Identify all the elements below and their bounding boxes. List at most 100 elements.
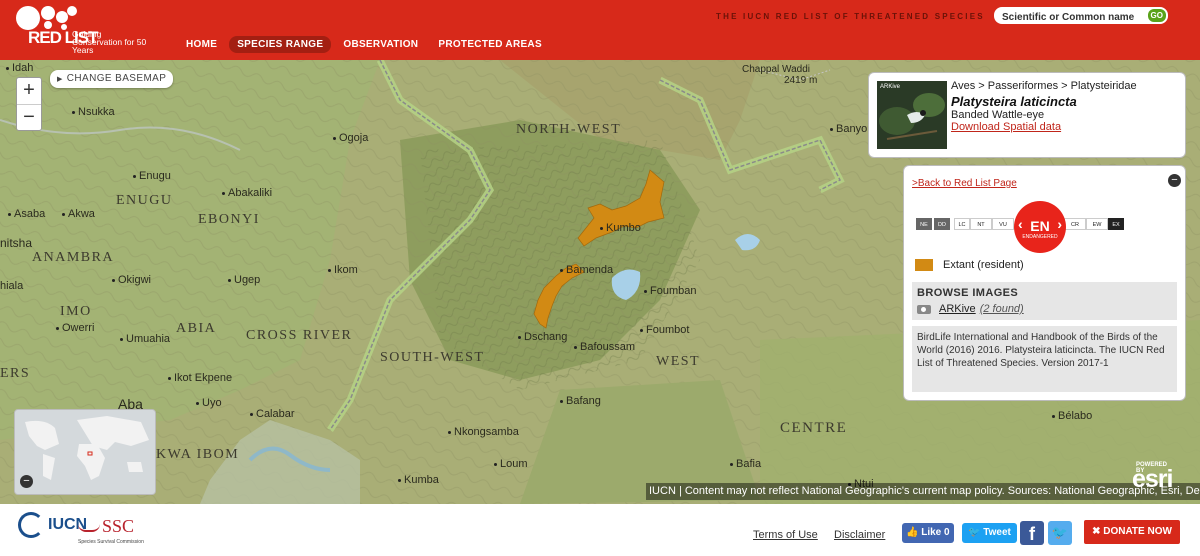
city-label: Abakaliki xyxy=(222,187,272,199)
zoom-in-button[interactable]: + xyxy=(17,78,41,104)
iucn-ring-icon xyxy=(18,512,44,538)
peak-elevation: 2419 m xyxy=(784,75,818,86)
arkive-link-label[interactable]: ARKive xyxy=(939,303,976,315)
ssc-logo[interactable]: SSC Species Survival Commission xyxy=(78,516,144,545)
ssc-logo-subtitle: Species Survival Commission xyxy=(78,539,144,545)
species-info-panel: >Back to Red List Page − NE DD LC NT VU … xyxy=(903,165,1186,401)
region-label: SOUTH-WEST xyxy=(380,350,485,365)
city-label: Umuahia xyxy=(120,333,170,345)
map-attribution: IUCN | Content may not reflect National … xyxy=(646,483,1200,500)
city-label: Ikom xyxy=(328,264,358,276)
species-card: ARKive Aves > Passeriformes > Platysteir… xyxy=(868,72,1186,158)
region-label: ENUGU xyxy=(116,193,173,208)
terms-of-use-link[interactable]: Terms of Use xyxy=(753,529,818,541)
region-label: ANAMBRA xyxy=(32,250,115,265)
red-list-logo[interactable]: RED LIST Guiding Conservation for 50 Yea… xyxy=(12,2,172,58)
city-label: Kumba xyxy=(398,474,439,486)
download-spatial-data-link[interactable]: Download Spatial data xyxy=(951,121,1061,133)
region-label: KWA IBOM xyxy=(156,447,240,462)
region-label: NORTH-WEST xyxy=(516,122,622,137)
thumbs-up-icon: 👍 xyxy=(906,527,922,538)
peak-label: Chappal Waddi xyxy=(742,64,811,75)
city-label: Calabar xyxy=(250,408,295,420)
search-input[interactable] xyxy=(994,9,1134,26)
disclaimer-link[interactable]: Disclaimer xyxy=(834,529,885,541)
arkive-watermark: ARKive xyxy=(880,84,901,90)
region-label: EBONYI xyxy=(198,212,260,227)
facebook-like-label: Like 0 xyxy=(921,527,950,538)
city-label: Nkongsamba xyxy=(448,426,519,438)
city-label: Banyo xyxy=(830,123,867,135)
ssc-logo-text: SSC xyxy=(102,516,135,536)
city-label: Nsukka xyxy=(72,106,115,118)
city-label: Foumbot xyxy=(640,324,689,336)
facebook-like-button[interactable]: 👍 Like 0 xyxy=(902,523,954,543)
site-title: THE IUCN RED LIST OF THREATENED SPECIES xyxy=(716,12,985,21)
zoom-control: + − xyxy=(16,77,42,131)
species-scientific-name: Platysteira laticincta xyxy=(951,94,1077,109)
city-label: Bafang xyxy=(560,395,601,407)
header: RED LIST Guiding Conservation for 50 Yea… xyxy=(0,0,1200,60)
city-label: Owerri xyxy=(56,322,94,334)
donate-button[interactable]: ✖ DONATE NOW xyxy=(1084,520,1180,544)
category-vu: VU xyxy=(992,218,1014,230)
nav-observation[interactable]: OBSERVATION xyxy=(335,36,426,53)
panel-collapse-button[interactable]: − xyxy=(1168,174,1181,187)
city-label: Dschang xyxy=(518,331,567,343)
city-label: Foumban xyxy=(644,285,696,297)
city-label: Ikot Ekpene xyxy=(168,372,232,384)
nav-species-range[interactable]: SPECIES RANGE xyxy=(229,36,332,53)
esri-powered-by: POWERED BY xyxy=(1136,462,1168,474)
region-label: ERS xyxy=(0,366,31,381)
arkive-images-link[interactable]: ARKive (2 found) xyxy=(917,303,1024,315)
overview-collapse-button[interactable]: − xyxy=(20,475,33,488)
browse-images-title: BROWSE IMAGES xyxy=(917,287,1019,299)
twitter-bird-icon: 🐦 xyxy=(968,527,984,538)
city-label: Enugu xyxy=(133,170,171,182)
arkive-found-count[interactable]: (2 found) xyxy=(980,303,1024,315)
change-basemap-button[interactable]: ▶ CHANGE BASEMAP xyxy=(50,70,174,88)
logo-tagline: Guiding Conservation for 50 Years xyxy=(72,29,147,55)
city-label: Ogoja xyxy=(333,132,368,144)
tweet-label: Tweet xyxy=(983,527,1011,538)
city-label: Asaba xyxy=(8,208,45,220)
search-box: GO xyxy=(994,7,1168,26)
search-go-button[interactable]: GO xyxy=(1147,9,1166,22)
status-name: ENDANGERED xyxy=(1022,234,1058,240)
category-ne: NE xyxy=(916,218,932,230)
esri-logo[interactable]: POWERED BY esri xyxy=(1132,462,1173,494)
tweet-button[interactable]: 🐦 Tweet xyxy=(962,523,1017,543)
city-label: nitsha xyxy=(0,236,33,250)
iucn-logo[interactable]: IUCN xyxy=(18,512,87,538)
facebook-icon[interactable]: f xyxy=(1020,521,1044,545)
twitter-icon[interactable]: 🐦 xyxy=(1048,521,1072,545)
species-thumbnail[interactable]: ARKive xyxy=(877,81,947,149)
region-label: CROSS RIVER xyxy=(246,328,353,343)
browse-images-section: BROWSE IMAGES ARKive (2 found) xyxy=(912,282,1177,320)
overview-map[interactable] xyxy=(14,409,156,495)
category-ex: EX xyxy=(1108,218,1124,230)
category-nt: NT xyxy=(970,218,992,230)
region-label: IMO xyxy=(60,304,92,319)
back-to-red-list-link[interactable]: >Back to Red List Page xyxy=(912,178,1017,189)
bird-photo-icon xyxy=(877,81,947,149)
ssc-animal-icon xyxy=(78,518,100,532)
citation-text: BirdLife International and Handbook of t… xyxy=(912,326,1177,392)
play-icon: ▶ xyxy=(57,76,63,83)
nav-home[interactable]: HOME xyxy=(178,36,225,53)
change-basemap-label: CHANGE BASEMAP xyxy=(66,73,167,84)
city-label: Okigwi xyxy=(112,274,151,286)
city-label: Bafoussam xyxy=(574,341,635,353)
legend-swatch xyxy=(915,259,933,271)
region-label: ABIA xyxy=(176,321,217,336)
status-badge: ‹ EN ENDANGERED › xyxy=(1014,201,1066,253)
nav-protected-areas[interactable]: PROTECTED AREAS xyxy=(430,36,550,53)
city-label: Akwa xyxy=(62,208,95,220)
city-label: Idah xyxy=(6,62,33,74)
zoom-out-button[interactable]: − xyxy=(17,104,41,130)
category-dd: DD xyxy=(934,218,950,230)
category-ew: EW xyxy=(1086,218,1108,230)
camera-icon xyxy=(917,304,931,314)
region-label: CENTRE xyxy=(780,420,848,436)
city-label: hiala xyxy=(0,280,24,292)
